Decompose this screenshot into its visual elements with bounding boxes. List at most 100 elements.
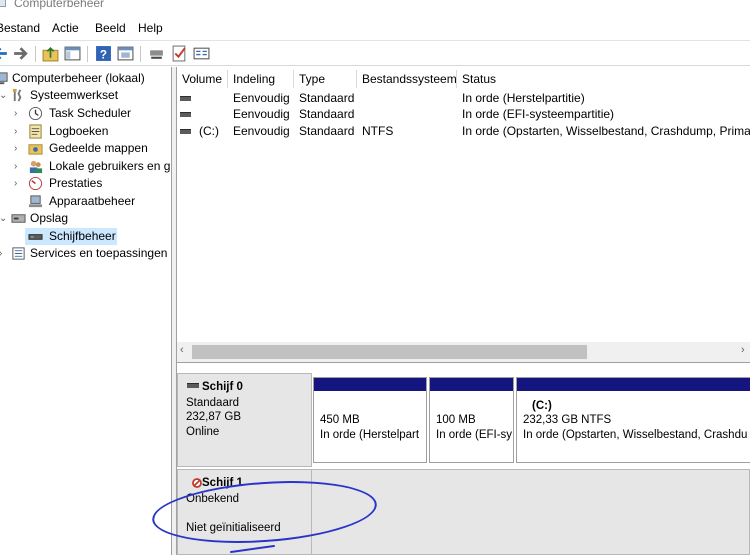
tree-item-opslag[interactable]: ⌄ Opslag xyxy=(0,210,171,227)
menu-bar: Bestand Actie Beeld Help xyxy=(0,19,750,39)
partition-recovery[interactable]: 450 MB In orde (Herstelpart xyxy=(313,377,427,463)
svg-text:?: ? xyxy=(100,48,107,61)
chevron-right-icon[interactable]: › xyxy=(14,108,17,119)
table-row[interactable]: (C:) Eenvoudig Standaard NTFS In orde (O… xyxy=(177,123,750,139)
disk-management-icon xyxy=(28,234,43,240)
table-row[interactable]: Eenvoudig Standaard In orde (Herstelpart… xyxy=(177,90,750,106)
chevron-down-icon[interactable]: ⌄ xyxy=(0,213,7,224)
settings-icon[interactable] xyxy=(193,45,210,62)
scroll-right-icon[interactable]: › xyxy=(741,344,745,356)
volume-icon xyxy=(180,129,191,134)
tree-item-lokale-gebruikers[interactable]: › Lokale gebruikers en gr xyxy=(0,158,172,175)
help-icon[interactable]: ? xyxy=(95,45,112,62)
horizontal-scrollbar[interactable]: ‹ › xyxy=(177,342,750,362)
partition-efi[interactable]: 100 MB In orde (EFI-sy xyxy=(429,377,514,463)
tree-label-schijfbeheer: Schijfbeheer xyxy=(49,229,116,243)
tree-item-systeemwerkset[interactable]: ⌄ Systeemwerkset xyxy=(0,87,171,104)
chevron-down-icon[interactable]: ⌄ xyxy=(0,90,7,101)
tree-label-lokale-gebruikers: Lokale gebruikers en gr xyxy=(49,159,172,173)
tree-label-logboeken: Logboeken xyxy=(49,124,109,138)
title-bar: Computerbeheer xyxy=(0,0,750,14)
tree-label-prestaties: Prestaties xyxy=(49,176,103,190)
cell-status: In orde (EFI-systeempartitie) xyxy=(462,107,615,121)
cell-type: Standaard xyxy=(299,124,355,138)
tree-label-systeemwerkset: Systeemwerkset xyxy=(30,88,119,102)
column-header-status[interactable]: Status xyxy=(457,70,750,88)
chevron-right-icon[interactable]: › xyxy=(14,143,17,154)
tree-item-schijfbeheer[interactable]: Schijfbeheer xyxy=(25,228,117,245)
scroll-left-icon[interactable]: ‹ xyxy=(180,344,184,356)
error-icon xyxy=(192,478,202,488)
tree-root-label: Computerbeheer (lokaal) xyxy=(12,71,145,85)
users-icon xyxy=(29,160,43,174)
disk-0-type: Standaard xyxy=(186,397,240,409)
menu-help[interactable]: Help xyxy=(138,21,163,35)
tree-root[interactable]: Computerbeheer (lokaal) xyxy=(0,70,171,87)
column-header-type[interactable]: Type xyxy=(294,70,357,88)
table-row[interactable]: Eenvoudig Standaard In orde (EFI-systeem… xyxy=(177,106,750,122)
cell-status: In orde (Opstarten, Wisselbestand, Crash… xyxy=(462,124,750,138)
column-header-indeling[interactable]: Indeling xyxy=(228,70,294,88)
disk-0-size: 232,87 GB xyxy=(186,411,241,423)
cell-status: In orde (Herstelpartitie) xyxy=(462,91,585,105)
disk-0-label[interactable]: Schijf 0 Standaard 232,87 GB Online xyxy=(177,373,312,467)
disk-0-state: Online xyxy=(186,426,220,438)
disk-1-unallocated-area[interactable] xyxy=(312,469,750,555)
pane-divider[interactable] xyxy=(177,362,750,373)
chevron-right-icon[interactable]: › xyxy=(14,161,17,172)
partition-status: In orde (Herstelpart xyxy=(320,429,420,441)
partition-status: In orde (EFI-sy xyxy=(436,429,512,441)
tree-item-task-scheduler[interactable]: › Task Scheduler xyxy=(0,105,171,122)
tree-item-gedeelde-mappen[interactable]: › Gedeelde mappen xyxy=(0,140,171,157)
computer-management-icon xyxy=(0,72,8,85)
performance-icon xyxy=(28,176,43,191)
tree-label-opslag: Opslag xyxy=(30,211,69,225)
properties-icon[interactable] xyxy=(117,45,134,62)
clock-icon xyxy=(28,106,43,121)
app-icon xyxy=(0,0,6,7)
shared-folder-icon xyxy=(28,144,43,155)
cell-indeling: Eenvoudig xyxy=(233,124,290,138)
cell-volume: (C:) xyxy=(199,124,219,138)
column-header-volume[interactable]: Volume xyxy=(177,70,228,88)
back-arrow-icon[interactable] xyxy=(0,45,9,62)
disk-0-name: Schijf 0 xyxy=(202,381,243,393)
tree-label-apparaatbeheer: Apparaatbeheer xyxy=(49,194,136,208)
check-icon[interactable] xyxy=(171,45,188,62)
tree-label-task-scheduler: Task Scheduler xyxy=(49,106,132,120)
device-manager-icon xyxy=(28,195,43,208)
scrollbar-thumb[interactable] xyxy=(192,345,587,359)
toolbar: ? xyxy=(0,40,750,66)
partition-c[interactable]: (C:) 232,33 GB NTFS In orde (Opstarten, … xyxy=(516,377,750,463)
cell-fs: NTFS xyxy=(362,124,394,138)
partition-title: (C:) xyxy=(532,400,552,412)
volume-list: Volume Indeling Type Bestandssysteem Sta… xyxy=(177,67,750,365)
tree-item-logboeken[interactable]: › Logboeken xyxy=(0,123,171,140)
navigation-tree: Computerbeheer (lokaal) ⌄ Systeemwerkset… xyxy=(0,67,172,555)
tree-item-prestaties[interactable]: › Prestaties xyxy=(0,175,171,192)
column-header-bestandssysteem[interactable]: Bestandssysteem xyxy=(357,70,457,88)
connect-icon[interactable] xyxy=(148,45,165,62)
storage-icon xyxy=(11,214,26,223)
chevron-right-icon[interactable]: › xyxy=(14,178,17,189)
menu-bestand[interactable]: Bestand xyxy=(0,21,40,35)
tree-label-services: Services en toepassingen xyxy=(30,246,168,260)
volume-icon xyxy=(180,96,191,101)
window-title: Computerbeheer xyxy=(14,0,105,10)
up-folder-icon[interactable] xyxy=(42,45,59,62)
partition-size: 450 MB xyxy=(320,414,360,426)
show-tree-icon[interactable] xyxy=(64,45,81,62)
chevron-right-icon[interactable]: › xyxy=(0,248,2,259)
tree-label-gedeelde-mappen: Gedeelde mappen xyxy=(49,141,148,155)
tree-item-services[interactable]: › Services en toepassingen xyxy=(0,245,171,262)
cell-type: Standaard xyxy=(299,107,355,121)
tree-item-apparaatbeheer[interactable]: Apparaatbeheer xyxy=(0,193,171,210)
services-icon xyxy=(12,247,25,260)
event-log-icon xyxy=(29,124,42,139)
forward-arrow-icon[interactable] xyxy=(12,45,29,62)
chevron-right-icon[interactable]: › xyxy=(14,126,17,137)
menu-actie[interactable]: Actie xyxy=(52,21,79,35)
volume-icon xyxy=(180,112,191,117)
menu-beeld[interactable]: Beeld xyxy=(95,21,126,35)
disk-icon xyxy=(187,383,199,388)
